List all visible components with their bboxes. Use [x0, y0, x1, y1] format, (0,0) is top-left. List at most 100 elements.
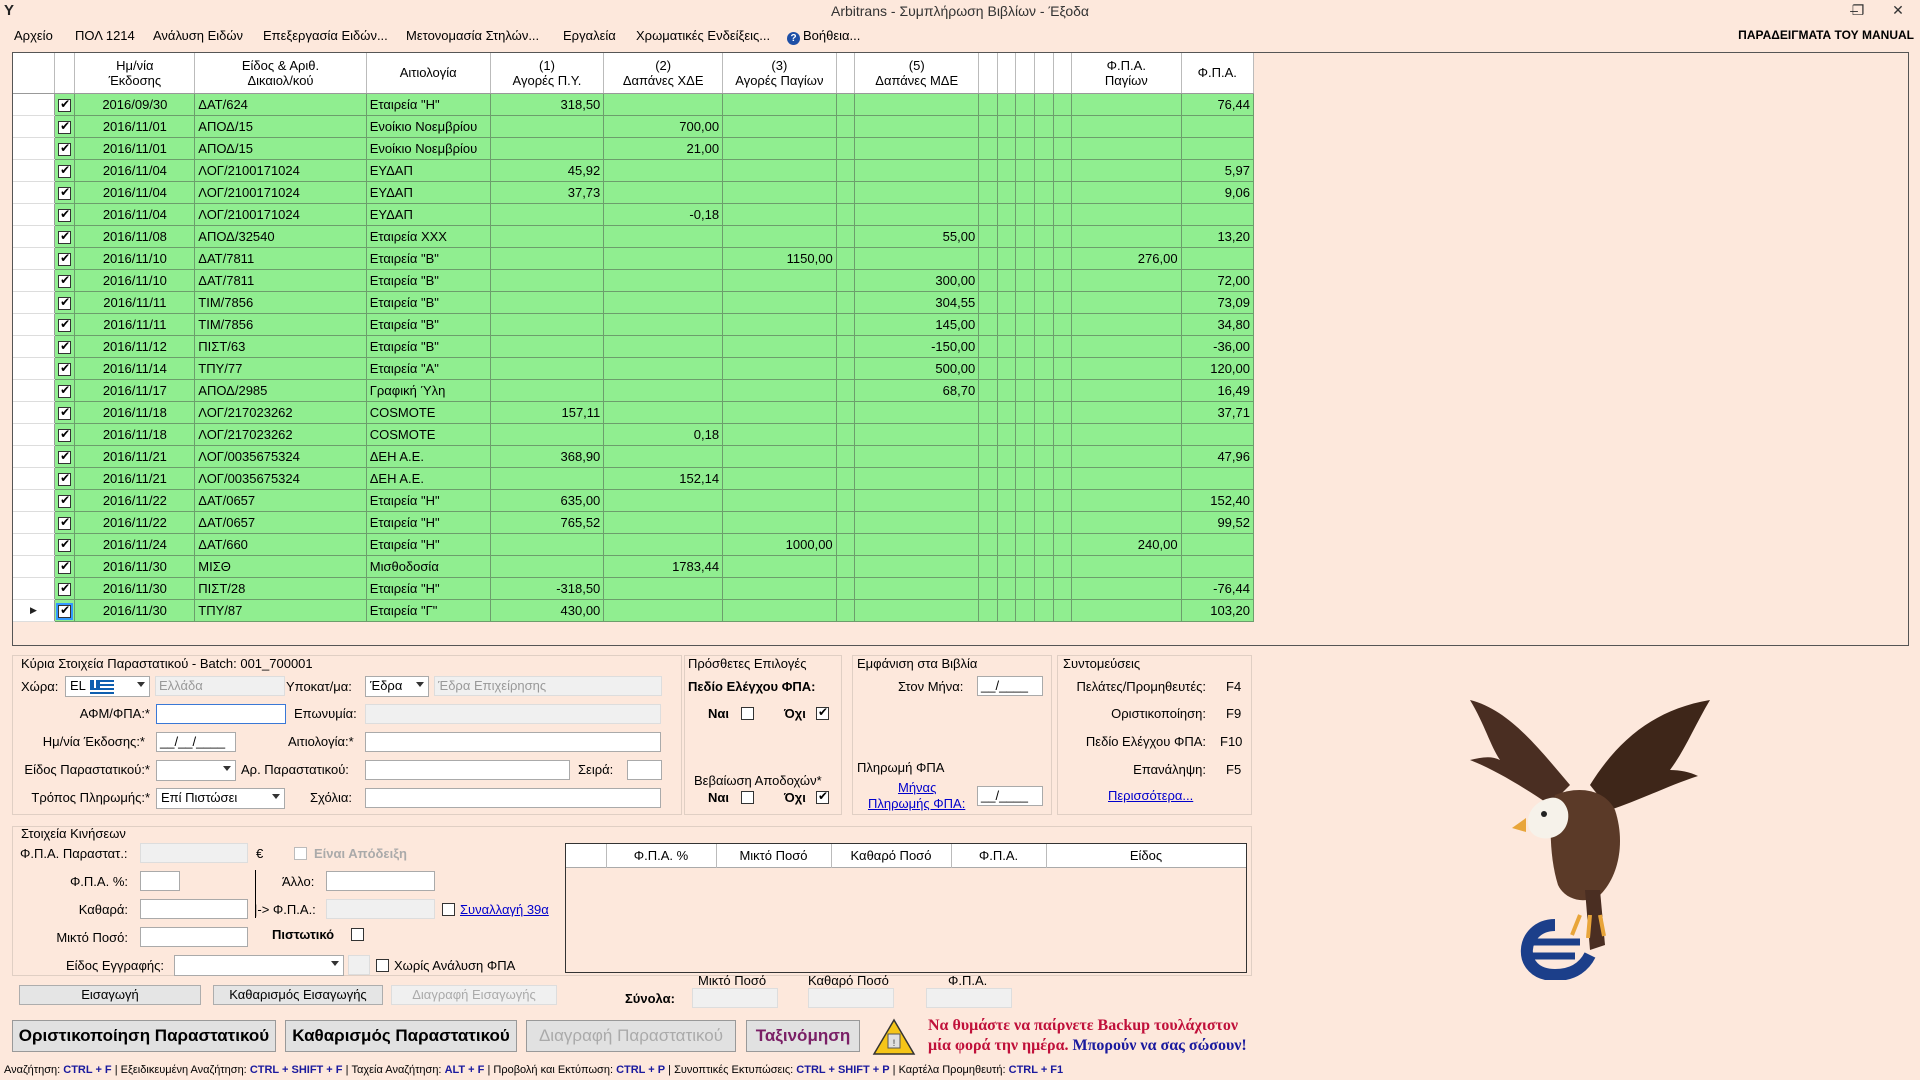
cell-vat[interactable]: [1181, 555, 1255, 578]
cell-blank[interactable]: [1015, 115, 1035, 138]
table-row[interactable]: 2016/11/22ΔΑΤ/0657Εταιρεία "Η"765,52 99,5…: [13, 511, 1255, 534]
cell-blank[interactable]: [1053, 159, 1073, 182]
table-row[interactable]: 2016/11/24ΔΑΤ/660Εταιρεία "Η" 1000,00 240,…: [13, 533, 1255, 556]
cell-reason[interactable]: Εταιρεία "Β": [366, 335, 491, 358]
cell-blank[interactable]: [836, 577, 856, 600]
cell-blank[interactable]: [836, 379, 856, 402]
cell-purchases[interactable]: 37,73: [490, 181, 605, 204]
cell-blank[interactable]: [997, 511, 1017, 534]
cell-vat[interactable]: [1181, 423, 1255, 446]
row-check-cell[interactable]: [54, 137, 76, 160]
row-header[interactable]: [13, 181, 55, 204]
cell-blank[interactable]: [836, 269, 856, 292]
col-header-xde[interactable]: (2) Δαπάνες ΧΔΕ: [603, 53, 724, 94]
col-header-blank-4[interactable]: [836, 53, 856, 94]
cell-fixed-assets[interactable]: 1150,00: [722, 247, 837, 270]
cell-blank[interactable]: [978, 511, 998, 534]
cell-date[interactable]: 2016/11/30: [74, 599, 196, 622]
cell-blank[interactable]: [1034, 159, 1054, 182]
row-header[interactable]: [13, 203, 55, 226]
row-header[interactable]: [13, 357, 55, 380]
cell-blank[interactable]: [836, 489, 856, 512]
cell-vat-fixed[interactable]: 276,00: [1071, 247, 1182, 270]
cell-mde[interactable]: [854, 401, 980, 424]
cell-vat-fixed[interactable]: [1071, 335, 1182, 358]
cell-blank[interactable]: [997, 489, 1017, 512]
cell-blank[interactable]: [1034, 511, 1054, 534]
cell-blank[interactable]: [978, 181, 998, 204]
cell-date[interactable]: 2016/11/14: [74, 357, 196, 380]
cell-date[interactable]: 2016/11/12: [74, 335, 196, 358]
cell-vat[interactable]: 120,00: [1181, 357, 1255, 380]
cell-purchases[interactable]: [490, 225, 605, 248]
cell-vat[interactable]: 72,00: [1181, 269, 1255, 292]
cell-vat[interactable]: [1181, 247, 1255, 270]
table-row[interactable]: 2016/11/17ΑΠΟΔ/2985Γραφική Ύλη 68,70 16,49: [13, 379, 1255, 402]
cell-blank[interactable]: [1053, 467, 1073, 490]
clear-document-button[interactable]: Καθαρισμός Παραστατικού: [285, 1020, 517, 1052]
cell-blank[interactable]: [1015, 357, 1035, 380]
cell-mde[interactable]: [854, 489, 980, 512]
cell-blank[interactable]: [1053, 247, 1073, 270]
afm-input[interactable]: [156, 704, 286, 724]
cell-fixed-assets[interactable]: [722, 181, 837, 204]
cell-vat[interactable]: 16,49: [1181, 379, 1255, 402]
table-row[interactable]: 2016/09/30ΔΑΤ/624Εταιρεία "Η"318,50 76,44: [13, 93, 1255, 116]
cell-mde[interactable]: [854, 511, 980, 534]
cell-date[interactable]: 2016/11/01: [74, 137, 196, 160]
row-check-cell[interactable]: [54, 203, 76, 226]
row-header[interactable]: [13, 467, 55, 490]
cell-blank[interactable]: [1015, 379, 1035, 402]
row-check-cell[interactable]: [54, 291, 76, 314]
cell-reason[interactable]: Εταιρεία "Η": [366, 489, 491, 512]
cell-blank[interactable]: [836, 401, 856, 424]
withholding-yes-checkbox[interactable]: [741, 791, 754, 804]
cell-blank[interactable]: [978, 379, 998, 402]
cell-blank[interactable]: [997, 335, 1017, 358]
table-row[interactable]: 2016/11/21ΛΟΓ/0035675324ΔΕΗ Α.Ε. 152,14: [13, 467, 1255, 490]
cell-purchases[interactable]: [490, 137, 605, 160]
cell-date[interactable]: 2016/11/11: [74, 313, 196, 336]
cell-reason[interactable]: Ενοίκιο Νοεμβρίου: [366, 115, 491, 138]
cell-vat[interactable]: 37,71: [1181, 401, 1255, 424]
cell-mde[interactable]: 68,70: [854, 379, 980, 402]
menu-pol-1214[interactable]: ΠΟΛ 1214: [75, 28, 135, 43]
row-check-cell[interactable]: [54, 335, 76, 358]
cell-blank[interactable]: [978, 401, 998, 424]
row-header[interactable]: [13, 423, 55, 446]
docnum-input[interactable]: [365, 760, 570, 780]
cell-fixed-assets[interactable]: [722, 467, 837, 490]
menu-item-analysis[interactable]: Ανάλυση Ειδών: [153, 28, 243, 43]
cell-blank[interactable]: [978, 467, 998, 490]
cell-vat[interactable]: 34,80: [1181, 313, 1255, 336]
cell-doc[interactable]: ΛΟΓ/2100171024: [194, 181, 367, 204]
cell-vat-fixed[interactable]: [1071, 489, 1182, 512]
cell-purchases[interactable]: [490, 269, 605, 292]
cell-blank[interactable]: [1015, 489, 1035, 512]
cell-date[interactable]: 2016/11/08: [74, 225, 196, 248]
cell-blank[interactable]: [978, 335, 998, 358]
cell-blank[interactable]: [1034, 533, 1054, 556]
cell-mde[interactable]: 300,00: [854, 269, 980, 292]
cell-date[interactable]: 2016/11/11: [74, 291, 196, 314]
vat-lines-col-type[interactable]: Είδος: [1046, 848, 1246, 863]
cell-date[interactable]: 2016/11/10: [74, 247, 196, 270]
cell-mde[interactable]: [854, 533, 980, 556]
row-header[interactable]: ▶: [13, 599, 55, 622]
row-header[interactable]: [13, 159, 55, 182]
row-checkbox[interactable]: [58, 581, 72, 596]
cell-blank[interactable]: [1034, 379, 1054, 402]
row-check-cell[interactable]: [54, 181, 76, 204]
row-checkbox[interactable]: [58, 537, 72, 552]
cell-blank[interactable]: [997, 313, 1017, 336]
cell-blank[interactable]: [978, 489, 998, 512]
cell-blank[interactable]: [1015, 203, 1035, 226]
cell-blank[interactable]: [1015, 313, 1035, 336]
cell-reason[interactable]: Ενοίκιο Νοεμβρίου: [366, 137, 491, 160]
cell-fixed-assets[interactable]: [722, 159, 837, 182]
cell-blank[interactable]: [997, 269, 1017, 292]
cell-vat-fixed[interactable]: [1071, 599, 1182, 622]
cell-mde[interactable]: 500,00: [854, 357, 980, 380]
cell-xde[interactable]: [603, 335, 724, 358]
cell-reason[interactable]: Εταιρεία "Γ": [366, 599, 491, 622]
